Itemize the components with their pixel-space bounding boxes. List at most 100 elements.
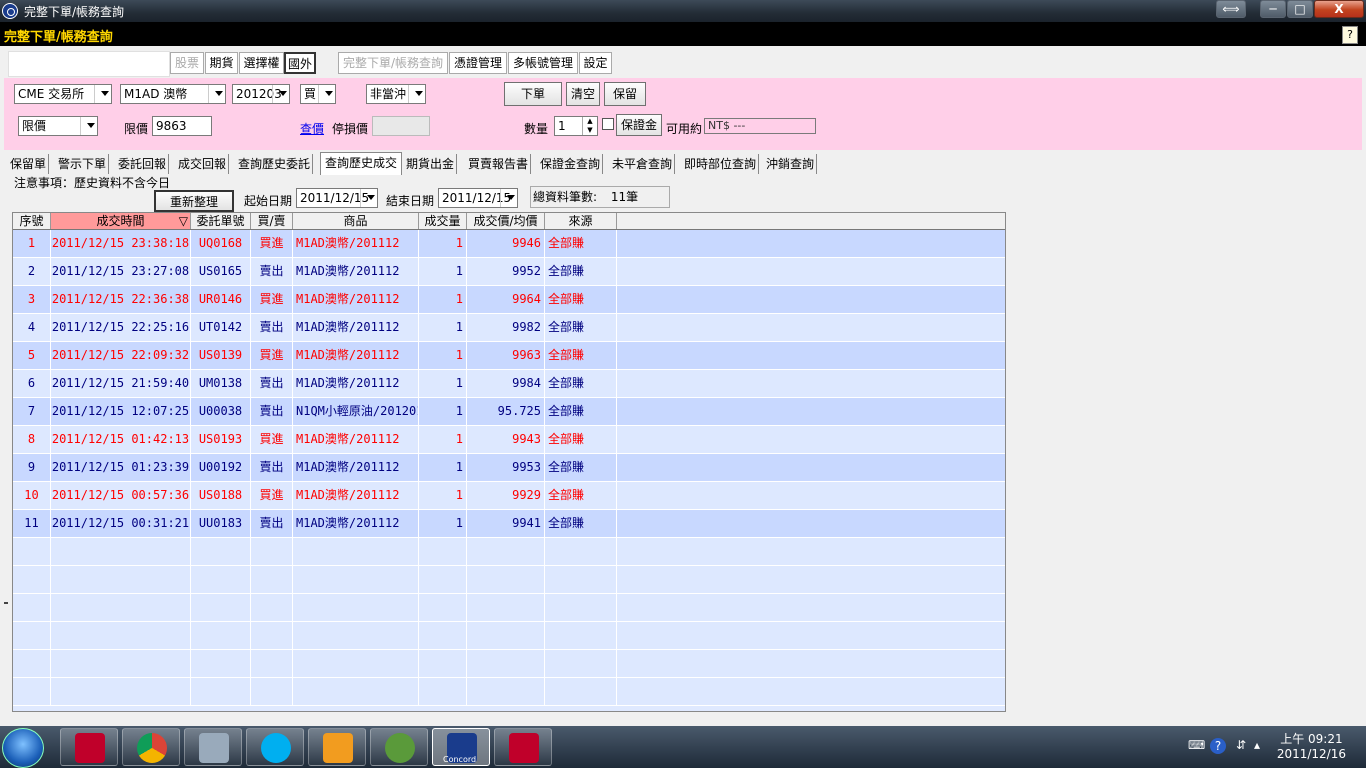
chevron-down-icon bbox=[279, 91, 287, 96]
margin-checkbox[interactable] bbox=[602, 118, 614, 130]
minimize-button[interactable]: ─ bbox=[1260, 0, 1286, 18]
column-divider bbox=[466, 622, 467, 649]
show-hidden-icons[interactable]: ▴ bbox=[1254, 738, 1260, 752]
col-side[interactable]: 買/賣 bbox=[251, 213, 293, 229]
stepper-arrows-icon[interactable]: ▲ ▼ bbox=[582, 117, 597, 135]
stop-price-input[interactable] bbox=[372, 116, 430, 136]
clock-time: 上午 09:21 bbox=[1280, 732, 1343, 746]
taskbar-skype[interactable] bbox=[246, 728, 304, 766]
tab-history-trades[interactable]: 查詢歷史成交 bbox=[320, 152, 403, 175]
taskbar-outlook[interactable] bbox=[308, 728, 366, 766]
column-divider bbox=[466, 650, 467, 677]
tab-alert-order[interactable]: 警示下單 bbox=[58, 154, 110, 174]
price-type-select[interactable]: 限價 bbox=[18, 116, 98, 136]
table-row[interactable]: 7 2011/12/15 12:07:25 U00038 賣出 N1QM小輕原油/201… bbox=[13, 398, 1005, 426]
col-time[interactable]: 成交時間 ▽ bbox=[51, 213, 191, 229]
cell-order-no: UT0142 bbox=[191, 314, 251, 341]
help-tray-icon[interactable]: ? bbox=[1210, 738, 1226, 754]
tab-margin-query[interactable]: 保證金查詢 bbox=[540, 154, 604, 174]
table-row[interactable]: 6 2011/12/15 21:59:40 UM0138 賣出 M1AD澳幣/20111… bbox=[13, 370, 1005, 398]
table-row[interactable]: 9 2011/12/15 01:23:39 U00192 賣出 M1AD澳幣/20111… bbox=[13, 454, 1005, 482]
cell-price: 9946 bbox=[467, 230, 545, 257]
tab-trade-statement[interactable]: 買賣報告書 bbox=[468, 154, 532, 174]
col-time-label: 成交時間 bbox=[96, 214, 145, 228]
tab-history-orders[interactable]: 查詢歷史委託 bbox=[238, 154, 314, 174]
top-toolbar: 股票 期貨 選擇權 國外 完整下單/帳務查詢 憑證管理 多帳號管理 設定 bbox=[4, 46, 1362, 78]
side-select[interactable]: 買 bbox=[300, 84, 336, 104]
exchange-select[interactable]: CME 交易所 bbox=[14, 84, 112, 104]
help-button[interactable]: ? bbox=[1342, 26, 1358, 44]
tab-stock[interactable]: 股票 bbox=[170, 52, 204, 74]
table-row[interactable]: 10 2011/12/15 00:57:36 US0188 買進 M1AD澳幣/2011… bbox=[13, 482, 1005, 510]
network-icon[interactable]: ⇵ bbox=[1236, 738, 1246, 752]
column-divider bbox=[50, 594, 51, 621]
place-order-button[interactable]: 下單 bbox=[504, 82, 562, 106]
taskbar-chrome[interactable] bbox=[122, 728, 180, 766]
quantity-stepper[interactable]: 1 ▲ ▼ bbox=[554, 116, 598, 136]
tab-cert-mgmt[interactable]: 憑證管理 bbox=[449, 52, 507, 74]
taskbar-calculator[interactable] bbox=[184, 728, 242, 766]
col-price[interactable]: 成交價/均價 bbox=[467, 213, 545, 229]
quantity-value: 1 bbox=[558, 119, 566, 133]
table-row[interactable]: 1 2011/12/15 23:38:18 UQ0168 買進 M1AD澳幣/20111… bbox=[13, 230, 1005, 258]
taskbar-app-2[interactable] bbox=[494, 728, 552, 766]
taskbar-concord[interactable]: Concord bbox=[432, 728, 490, 766]
table-row[interactable]: 2 2011/12/15 23:27:08 US0165 賣出 M1AD澳幣/20111… bbox=[13, 258, 1005, 286]
table-row[interactable]: 5 2011/12/15 22:09:32 US0139 買進 M1AD澳幣/20111… bbox=[13, 342, 1005, 370]
total-label: 總資料筆數: bbox=[533, 190, 598, 204]
tab-trade-report[interactable]: 成交回報 bbox=[178, 154, 230, 174]
cell-product: M1AD澳幣/201112 bbox=[293, 510, 419, 537]
refresh-button[interactable]: 重新整理 bbox=[154, 190, 234, 212]
tab-foreign[interactable]: 國外 bbox=[284, 52, 316, 74]
tab-full-order[interactable]: 完整下單/帳務查詢 bbox=[338, 52, 448, 74]
col-product[interactable]: 商品 bbox=[293, 213, 419, 229]
side-value: 買 bbox=[304, 87, 317, 101]
col-qty[interactable]: 成交量 bbox=[419, 213, 467, 229]
splitter-handle[interactable] bbox=[4, 602, 8, 604]
offset-select[interactable]: 非當沖 bbox=[366, 84, 426, 104]
start-button[interactable] bbox=[2, 728, 44, 768]
keep-button[interactable]: 保留 bbox=[604, 82, 646, 106]
chrome-icon bbox=[137, 733, 167, 763]
product-select[interactable]: M1AD 澳幣 bbox=[120, 84, 226, 104]
cell-qty: 1 bbox=[419, 314, 467, 341]
cell-side: 買進 bbox=[251, 286, 293, 313]
resize-button[interactable]: ⟺ bbox=[1216, 0, 1246, 18]
col-order-no[interactable]: 委託單號 bbox=[191, 213, 251, 229]
limit-price-input[interactable]: 9863 bbox=[152, 116, 212, 136]
col-source[interactable]: 來源 bbox=[545, 213, 617, 229]
close-button[interactable]: X bbox=[1314, 0, 1364, 18]
month-select[interactable]: 201203 bbox=[232, 84, 290, 104]
account-selector[interactable] bbox=[8, 51, 170, 77]
maximize-button[interactable]: □ bbox=[1287, 0, 1313, 18]
table-row[interactable]: 11 2011/12/15 00:31:21 UU0183 賣出 M1AD澳幣/2011… bbox=[13, 510, 1005, 538]
tab-futures[interactable]: 期貨 bbox=[205, 52, 238, 74]
taskbar-messenger[interactable] bbox=[370, 728, 428, 766]
app-header-title: 完整下單/帳務查詢 bbox=[4, 30, 113, 45]
tab-order-report[interactable]: 委託回報 bbox=[118, 154, 170, 174]
tab-multi-account[interactable]: 多帳號管理 bbox=[508, 52, 578, 74]
cell-no: 4 bbox=[13, 314, 51, 341]
cell-time: 2011/12/15 23:27:08 bbox=[51, 258, 191, 285]
start-date-picker[interactable]: 2011/12/15 bbox=[296, 188, 378, 208]
taskbar-clock[interactable]: 上午 09:21 2011/12/16 bbox=[1277, 732, 1346, 762]
margin-button[interactable]: 保證金 bbox=[616, 114, 662, 136]
tab-realtime-position[interactable]: 即時部位查詢 bbox=[684, 154, 760, 174]
keyboard-icon[interactable]: ⌨ bbox=[1188, 738, 1205, 752]
query-price-link[interactable]: 查價 bbox=[300, 120, 324, 137]
tab-reserved-orders[interactable]: 保留單 bbox=[10, 154, 50, 174]
tab-futures-withdraw[interactable]: 期貨出金 bbox=[406, 154, 458, 174]
table-row[interactable]: 4 2011/12/15 22:25:16 UT0142 賣出 M1AD澳幣/20111… bbox=[13, 314, 1005, 342]
tab-options[interactable]: 選擇權 bbox=[239, 52, 284, 74]
table-row[interactable]: 3 2011/12/15 22:36:38 UR0146 買進 M1AD澳幣/20111… bbox=[13, 286, 1005, 314]
end-date-picker[interactable]: 2011/12/15 bbox=[438, 188, 518, 208]
cell-price: 9943 bbox=[467, 426, 545, 453]
taskbar-app-1[interactable] bbox=[60, 728, 118, 766]
col-no[interactable]: 序號 bbox=[13, 213, 51, 229]
tab-offset-query[interactable]: 沖銷查詢 bbox=[766, 154, 818, 174]
tab-open-position[interactable]: 未平倉查詢 bbox=[612, 154, 676, 174]
cell-source: 全部賺 bbox=[545, 426, 617, 453]
tab-settings[interactable]: 設定 bbox=[579, 52, 612, 74]
table-row[interactable]: 8 2011/12/15 01:42:13 US0193 買進 M1AD澳幣/20111… bbox=[13, 426, 1005, 454]
clear-button[interactable]: 清空 bbox=[566, 82, 600, 106]
